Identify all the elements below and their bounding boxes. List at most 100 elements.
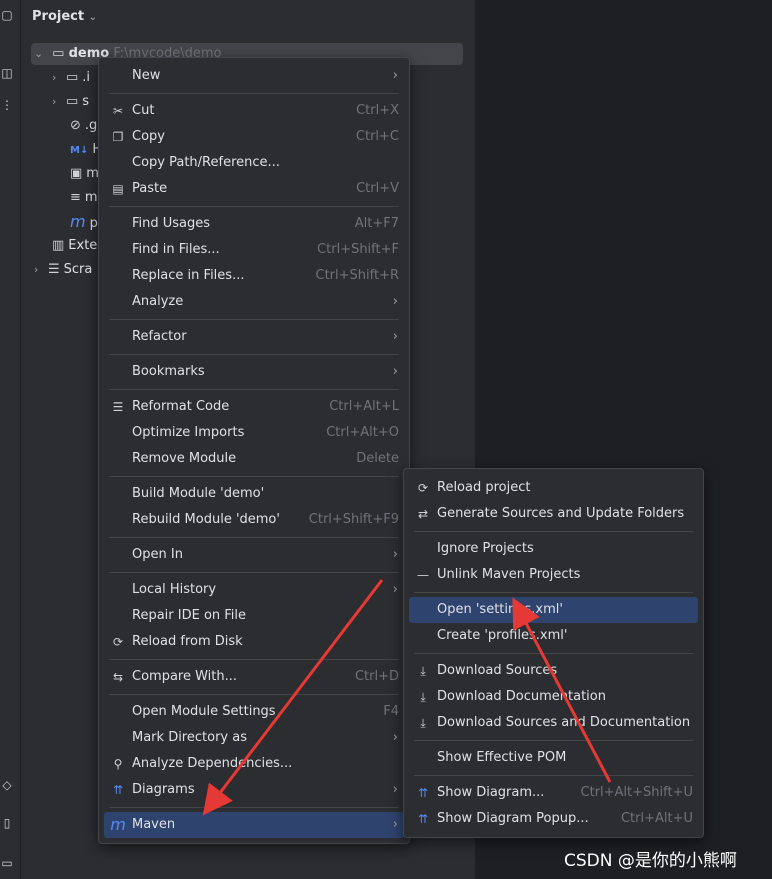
module-folder-icon: ▭ (52, 46, 65, 61)
menu-item-label: Open In (132, 547, 183, 562)
menu-item-reload-project[interactable]: ⟳ Reload project (409, 475, 698, 501)
services-tool-icon[interactable]: ◇ (0, 778, 14, 792)
download-icon: ⤓ (420, 690, 426, 704)
menu-item-analyze-dependencies[interactable]: ⚲ Analyze Dependencies... (104, 751, 404, 777)
chevron-right-icon[interactable]: › (34, 259, 48, 281)
analyze-deps-icon: ⚲ (113, 757, 123, 771)
maven-icon: m (70, 212, 86, 231)
menu-item-rebuild-module-demo[interactable]: Rebuild Module 'demo' Ctrl+Shift+F9 (104, 507, 404, 533)
menu-separator (109, 319, 399, 320)
tree-row-label: p (89, 216, 98, 231)
diagram-icon: ⇈ (112, 783, 124, 797)
chevron-right-icon: › (392, 582, 398, 597)
ignored-file-icon: ⊘ (70, 118, 81, 133)
chevron-down-icon[interactable]: ⌄ (34, 43, 48, 65)
menu-item-open-in[interactable]: Open In › (104, 542, 404, 568)
menu-item-label: Download Sources (437, 663, 558, 678)
menu-item-mark-directory-as[interactable]: Mark Directory as › (104, 725, 404, 751)
menu-item-show-effective-pom[interactable]: Show Effective POM (409, 745, 698, 771)
menu-item-label: Build Module 'demo' (132, 486, 265, 501)
menu-item-reformat-code[interactable]: ☰ Reformat Code Ctrl+Alt+L (104, 394, 404, 420)
text-file-icon: ≡ (70, 190, 81, 205)
menu-item-download-sources-and-documentation[interactable]: ⤓ Download Sources and Documentation (409, 710, 698, 736)
menu-item-open-module-settings[interactable]: Open Module Settings F4 (104, 699, 404, 725)
commit-tool-icon[interactable]: ◫ (0, 66, 14, 80)
compare-icon: ⇆ (112, 670, 124, 684)
menu-item-diagrams[interactable]: ⇈ Diagrams › (104, 777, 404, 803)
menu-item-label: Optimize Imports (132, 425, 245, 440)
menu-item-compare-with[interactable]: ⇆ Compare With... Ctrl+D (104, 664, 404, 690)
terminal-file-icon: ▣ (70, 166, 83, 181)
menu-item-open-settings-xml[interactable]: Open 'settings.xml' (409, 597, 698, 623)
menu-item-show-diagram[interactable]: ⇈ Show Diagram... Ctrl+Alt+Shift+U (409, 780, 698, 806)
menu-item-refactor[interactable]: Refactor › (104, 324, 404, 350)
tree-row[interactable]: ▣ m (70, 163, 99, 185)
menu-item-download-documentation[interactable]: ⤓ Download Documentation (409, 684, 698, 710)
menu-item-label: Cut (132, 103, 155, 118)
notifications-tool-icon[interactable]: ▯ (0, 816, 14, 830)
menu-item-shortcut: Ctrl+Shift+F9 (308, 512, 399, 527)
more-tools-icon[interactable]: ⋮ (0, 98, 14, 112)
scratches-icon: ☰ (48, 262, 60, 277)
menu-separator (414, 775, 693, 776)
menu-separator (109, 572, 399, 573)
project-tool-icon[interactable]: ▢ (0, 8, 14, 22)
project-view-selector[interactable]: Project ⌄ (32, 9, 97, 24)
paste-icon: ▤ (112, 182, 124, 196)
menu-item-analyze[interactable]: Analyze › (104, 289, 404, 315)
chevron-right-icon[interactable]: › (52, 67, 66, 89)
menu-item-copy-path-reference[interactable]: Copy Path/Reference... (104, 150, 404, 176)
tree-row[interactable]: ▥ Exte (52, 235, 97, 257)
menu-item-replace-in-files[interactable]: Replace in Files... Ctrl+Shift+R (104, 263, 404, 289)
menu-item-label: Reformat Code (132, 399, 230, 414)
tree-row[interactable]: › ▭ .i (52, 67, 90, 89)
menu-item-label: Find in Files... (132, 242, 220, 257)
tree-row[interactable]: › ▭ s (52, 91, 89, 113)
chevron-right-icon[interactable]: › (52, 91, 66, 113)
menu-item-reload-from-disk[interactable]: ⟳ Reload from Disk (104, 629, 404, 655)
menu-item-optimize-imports[interactable]: Optimize Imports Ctrl+Alt+O (104, 420, 404, 446)
menu-item-new[interactable]: New › (104, 63, 404, 89)
menu-separator (109, 694, 399, 695)
menu-item-create-profiles-xml[interactable]: Create 'profiles.xml' (409, 623, 698, 649)
menu-item-local-history[interactable]: Local History › (104, 577, 404, 603)
folder-icon: ▭ (66, 70, 79, 85)
menu-item-label: Copy Path/Reference... (132, 155, 280, 170)
menu-item-remove-module[interactable]: Remove Module Delete (104, 446, 404, 472)
menu-item-label: Reload from Disk (132, 634, 243, 649)
menu-item-label: Download Sources and Documentation (437, 715, 691, 730)
menu-item-generate-sources-and-update-folders[interactable]: ⇄ Generate Sources and Update Folders (409, 501, 698, 527)
chevron-right-icon: › (392, 782, 398, 797)
tree-row[interactable]: › ☰ Scra (34, 259, 92, 281)
menu-item-shortcut: Ctrl+Alt+L (329, 399, 399, 414)
menu-item-repair-ide-on-file[interactable]: Repair IDE on File (104, 603, 404, 629)
chevron-down-icon: ⌄ (88, 12, 97, 23)
terminal-tool-icon[interactable]: ▭ (0, 856, 14, 870)
menu-item-show-diagram-popup[interactable]: ⇈ Show Diagram Popup... Ctrl+Alt+U (409, 806, 698, 832)
chevron-right-icon: › (392, 547, 398, 562)
menu-item-download-sources[interactable]: ⤓ Download Sources (409, 658, 698, 684)
menu-item-maven[interactable]: m Maven › (104, 812, 404, 838)
tree-row[interactable]: ⊘ .g (70, 115, 97, 137)
menu-item-ignore-projects[interactable]: Ignore Projects (409, 536, 698, 562)
menu-item-build-module-demo[interactable]: Build Module 'demo' (104, 481, 404, 507)
menu-item-label: Open Module Settings (132, 704, 276, 719)
scissors-icon: ✂ (112, 104, 124, 118)
markdown-icon: M↓ (70, 145, 89, 156)
menu-item-copy[interactable]: ❐ Copy Ctrl+C (104, 124, 404, 150)
tree-row-label: .i (82, 70, 91, 85)
chevron-right-icon: › (392, 817, 398, 832)
menu-item-shortcut: Ctrl+X (356, 103, 399, 118)
tree-row[interactable]: ≡ m (70, 187, 98, 209)
tree-row-label: s (82, 94, 90, 109)
menu-item-find-usages[interactable]: Find Usages Alt+F7 (104, 211, 404, 237)
menu-item-find-in-files[interactable]: Find in Files... Ctrl+Shift+F (104, 237, 404, 263)
menu-item-shortcut: Ctrl+Alt+Shift+U (580, 785, 693, 800)
menu-item-cut[interactable]: ✂ Cut Ctrl+X (104, 98, 404, 124)
tree-row[interactable]: mp (70, 211, 98, 233)
menu-item-unlink-maven-projects[interactable]: — Unlink Maven Projects (409, 562, 698, 588)
tree-row-label: .g (84, 118, 98, 133)
menu-item-bookmarks[interactable]: Bookmarks › (104, 359, 404, 385)
menu-item-paste[interactable]: ▤ Paste Ctrl+V (104, 176, 404, 202)
menu-separator (109, 659, 399, 660)
